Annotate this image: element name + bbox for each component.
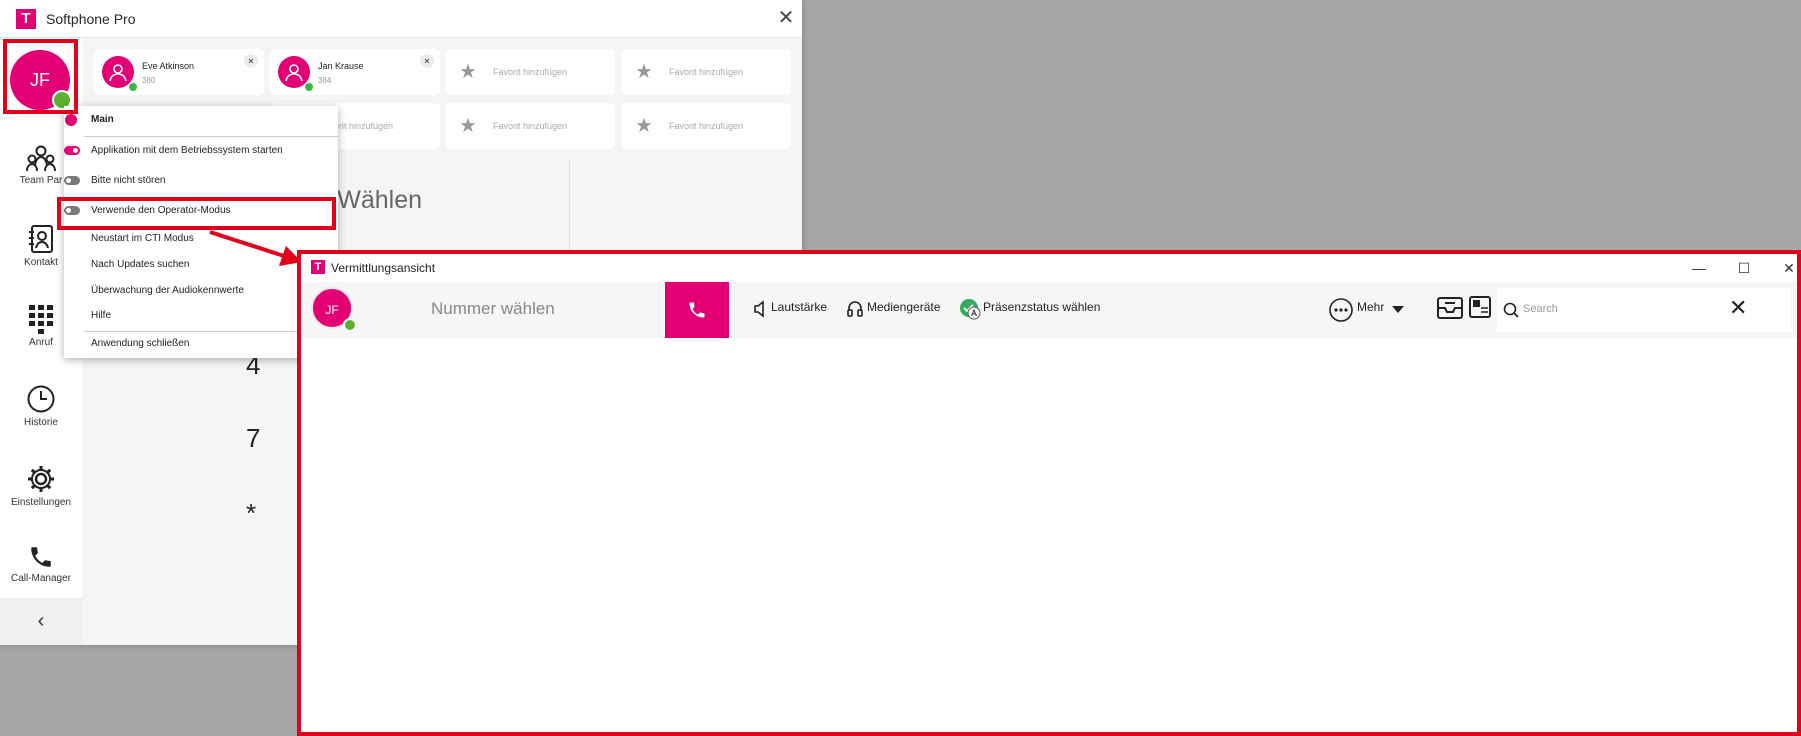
operator-view-window: T Vermittlungsansicht — ☐ ✕ JF Nummer wä… [297,250,1801,736]
volume-button[interactable]: Lautstärke [771,300,827,314]
dial-number-input[interactable]: Nummer wählen [361,282,619,338]
clear-search-button[interactable]: ✕ [1729,297,1747,319]
telekom-logo: T [311,260,325,274]
media-devices-button[interactable]: Mediengeräte [867,300,940,314]
presence-status-button[interactable]: Präsenzstatus wählen [983,300,1100,314]
headset-icon [847,301,863,317]
more-button[interactable]: Mehr [1357,300,1384,314]
presence-status-dot [343,318,357,332]
close-window-button[interactable]: ✕ [1777,258,1801,278]
search-field[interactable]: Search ✕ [1497,288,1791,332]
operator-toolbar: JF Nummer wählen Lautstärke Mediengeräte… [301,282,1797,338]
search-icon [1503,302,1519,318]
layout-panel-icon[interactable] [1469,296,1491,318]
phone-icon [689,302,705,318]
operator-titlebar: T Vermittlungsansicht — ☐ ✕ [301,254,1797,282]
operator-window-title: Vermittlungsansicht [331,261,436,275]
dial-number-placeholder: Nummer wählen [431,299,555,318]
inbox-queue-icon[interactable] [1437,296,1463,320]
more-options-icon [1329,298,1353,322]
minimize-button[interactable]: — [1687,258,1711,278]
presence-status-icon [960,299,981,320]
call-button[interactable] [665,282,729,338]
chevron-down-icon[interactable] [1391,305,1405,314]
search-input[interactable]: Search [1523,303,1558,315]
maximize-button[interactable]: ☐ [1732,258,1756,278]
speaker-icon [754,300,764,318]
